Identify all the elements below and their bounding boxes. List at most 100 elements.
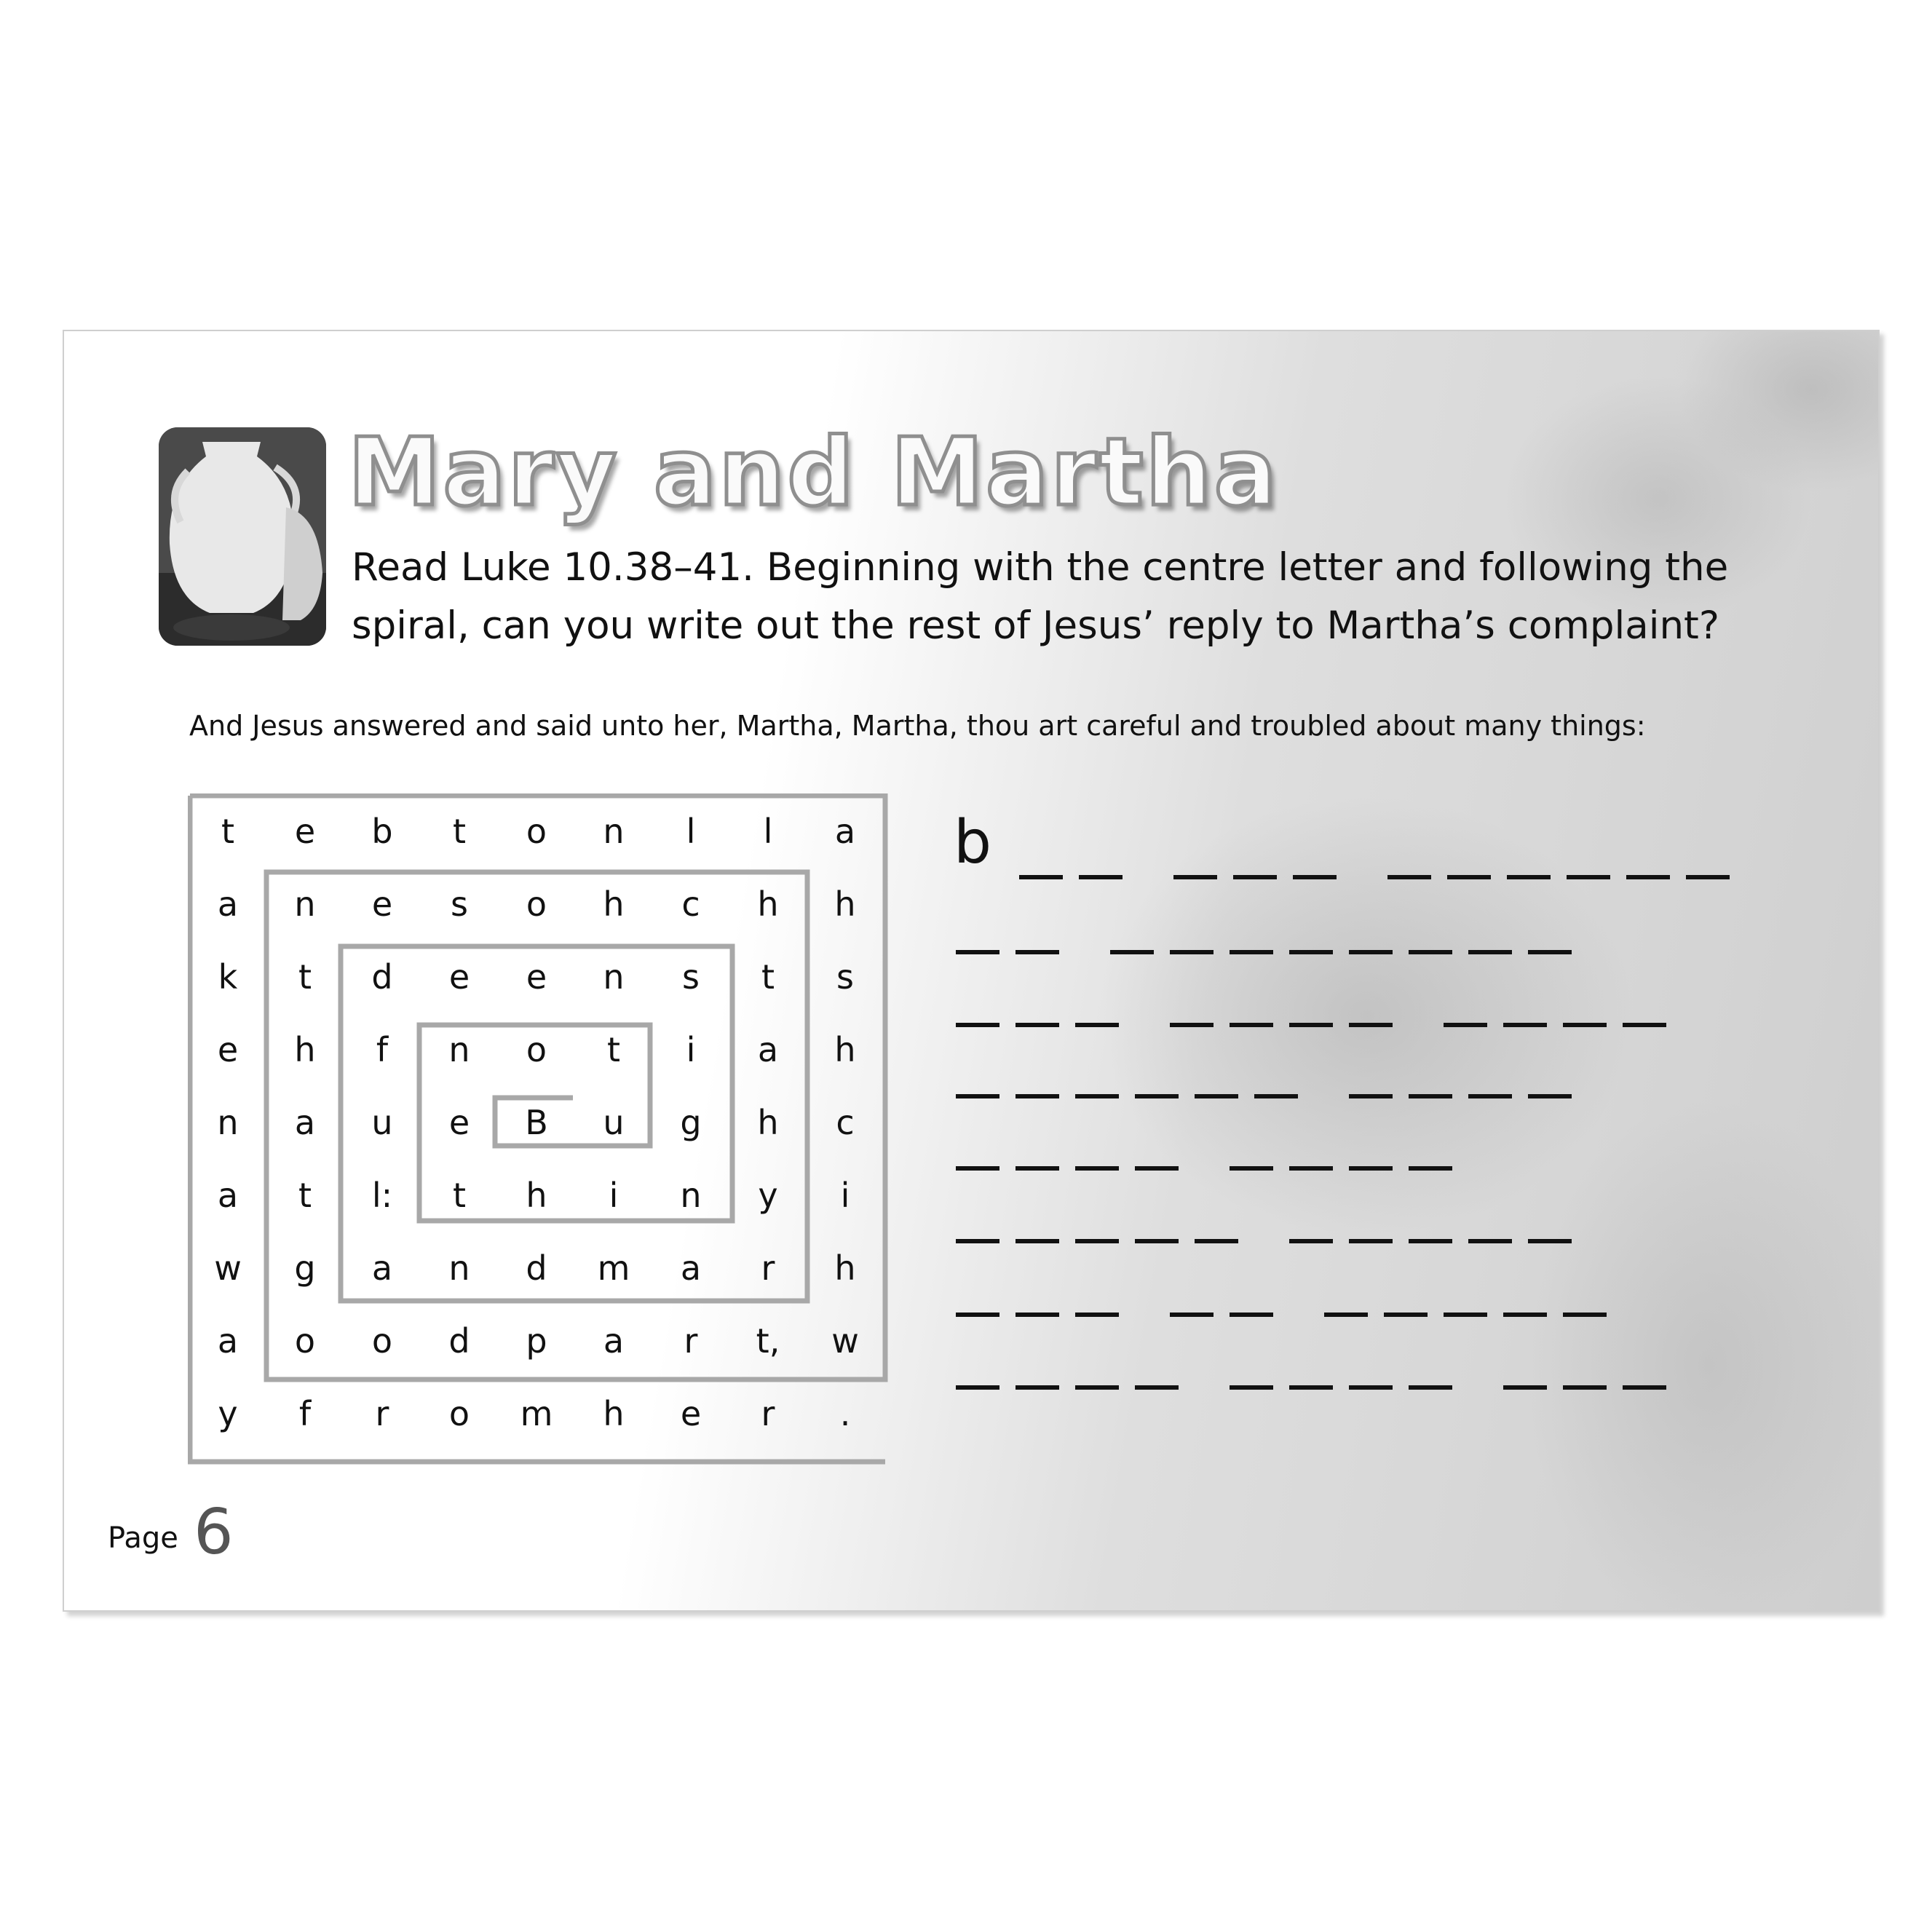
answer-blank[interactable]	[1349, 950, 1393, 954]
answer-blank[interactable]	[1016, 1094, 1059, 1098]
answer-blank[interactable]	[1075, 1023, 1119, 1027]
worksheet-page: Mary and Martha Read Luke 10.38–41. Begi…	[63, 330, 1880, 1612]
answer-blank[interactable]	[1409, 950, 1452, 954]
answer-blank[interactable]	[1468, 1094, 1512, 1098]
answer-blank[interactable]	[1528, 1239, 1572, 1243]
grid-letter: h	[834, 884, 856, 924]
grid-letter: e	[371, 884, 393, 924]
answer-blank[interactable]	[1349, 1385, 1393, 1390]
answer-blank[interactable]	[1528, 950, 1572, 954]
answer-blank[interactable]	[1230, 950, 1273, 954]
answer-blank[interactable]	[1444, 1313, 1487, 1317]
answer-blank[interactable]	[1289, 1239, 1333, 1243]
answer-blank[interactable]	[1135, 1385, 1179, 1390]
answer-blank[interactable]	[1075, 1239, 1119, 1243]
answer-blank[interactable]	[1173, 875, 1217, 879]
answer-blank[interactable]	[1447, 875, 1491, 879]
grid-letter: f	[298, 1394, 312, 1433]
answer-blank[interactable]	[1503, 1385, 1547, 1390]
answer-blank[interactable]	[1110, 950, 1154, 954]
answer-blank[interactable]	[1409, 1239, 1452, 1243]
answer-blank[interactable]	[1195, 1094, 1238, 1098]
answer-blank[interactable]	[956, 1239, 999, 1243]
answer-blank[interactable]	[1075, 1385, 1119, 1390]
answer-blank[interactable]	[1349, 1239, 1393, 1243]
answer-blank[interactable]	[1135, 1094, 1179, 1098]
grid-letter: d	[371, 957, 393, 997]
answer-blank[interactable]	[1503, 1313, 1547, 1317]
answer-blank[interactable]	[1016, 1023, 1059, 1027]
grid-letter: t	[221, 812, 235, 851]
answer-blank[interactable]	[1289, 1166, 1333, 1171]
answer-blank[interactable]	[1019, 875, 1063, 879]
answer-blank[interactable]	[1528, 1094, 1572, 1098]
answer-blank[interactable]	[1503, 1023, 1547, 1027]
grid-letter: b	[371, 812, 393, 851]
answer-blank[interactable]	[1195, 1239, 1238, 1243]
answer-blank[interactable]	[956, 1166, 999, 1171]
answer-blank[interactable]	[1230, 1385, 1273, 1390]
grid-letter: n	[448, 1030, 470, 1069]
answer-blank[interactable]	[1289, 1023, 1333, 1027]
answer-blank[interactable]	[1170, 1023, 1214, 1027]
answer-blank[interactable]	[1623, 1023, 1666, 1027]
answer-blank[interactable]	[1289, 950, 1333, 954]
answer-blank[interactable]	[1135, 1239, 1179, 1243]
answer-blank[interactable]	[1409, 1094, 1452, 1098]
answer-blank[interactable]	[1075, 1094, 1119, 1098]
grid-letter: g	[294, 1248, 316, 1288]
answer-blank[interactable]	[1349, 1094, 1393, 1098]
answer-blank[interactable]	[1016, 1313, 1059, 1317]
answer-blank[interactable]	[1384, 1313, 1428, 1317]
grid-letter: a	[294, 1103, 316, 1142]
answer-blank[interactable]	[1626, 875, 1670, 879]
answer-blank[interactable]	[1623, 1385, 1666, 1390]
answer-blank[interactable]	[1075, 1166, 1119, 1171]
answer-blank[interactable]	[956, 1094, 999, 1098]
answer-blank[interactable]	[1075, 1313, 1119, 1317]
answer-blank[interactable]	[1289, 1385, 1333, 1390]
answer-blank[interactable]	[1230, 1023, 1273, 1027]
answer-blank[interactable]	[1016, 1239, 1059, 1243]
answer-blank[interactable]	[1170, 950, 1214, 954]
answer-blank[interactable]	[1563, 1385, 1607, 1390]
grid-letter: h	[757, 884, 779, 924]
answer-blank[interactable]	[1135, 1166, 1179, 1171]
answer-blank[interactable]	[1016, 950, 1059, 954]
answer-blank[interactable]	[1349, 1166, 1393, 1171]
answer-blank[interactable]	[1016, 1385, 1059, 1390]
answer-blank[interactable]	[956, 1023, 999, 1027]
grid-letter: k	[218, 957, 238, 997]
answer-blank[interactable]	[1409, 1166, 1452, 1171]
vase-photo-icon	[159, 427, 326, 646]
answer-blank[interactable]	[956, 1313, 999, 1317]
page-label: Page	[108, 1521, 178, 1555]
answer-blank[interactable]	[1567, 875, 1610, 879]
answer-blank[interactable]	[956, 1385, 999, 1390]
answer-blank[interactable]	[1563, 1313, 1607, 1317]
grid-letter: y	[758, 1176, 778, 1215]
grid-letter: o	[448, 1394, 470, 1433]
answer-blank[interactable]	[1563, 1023, 1607, 1027]
grid-letter: r	[375, 1394, 389, 1433]
answer-blank[interactable]	[1349, 1023, 1393, 1027]
grid-letter: e	[448, 957, 470, 997]
answer-blank[interactable]	[1170, 1313, 1214, 1317]
answer-blank[interactable]	[1409, 1385, 1452, 1390]
answer-blank[interactable]	[1468, 950, 1512, 954]
answer-blank[interactable]	[1233, 875, 1277, 879]
answer-blank[interactable]	[1324, 1313, 1368, 1317]
answer-blank[interactable]	[1230, 1166, 1273, 1171]
answer-blank[interactable]	[1293, 875, 1337, 879]
answer-blank[interactable]	[1507, 875, 1551, 879]
answer-blank[interactable]	[1254, 1094, 1298, 1098]
grid-letter: o	[371, 1321, 393, 1361]
answer-blank[interactable]	[1016, 1166, 1059, 1171]
answer-blank[interactable]	[1230, 1313, 1273, 1317]
answer-blank[interactable]	[1079, 875, 1123, 879]
answer-blank[interactable]	[1387, 875, 1431, 879]
answer-blank[interactable]	[956, 950, 999, 954]
answer-blank[interactable]	[1686, 875, 1730, 879]
answer-blank[interactable]	[1444, 1023, 1487, 1027]
answer-blank[interactable]	[1468, 1239, 1512, 1243]
